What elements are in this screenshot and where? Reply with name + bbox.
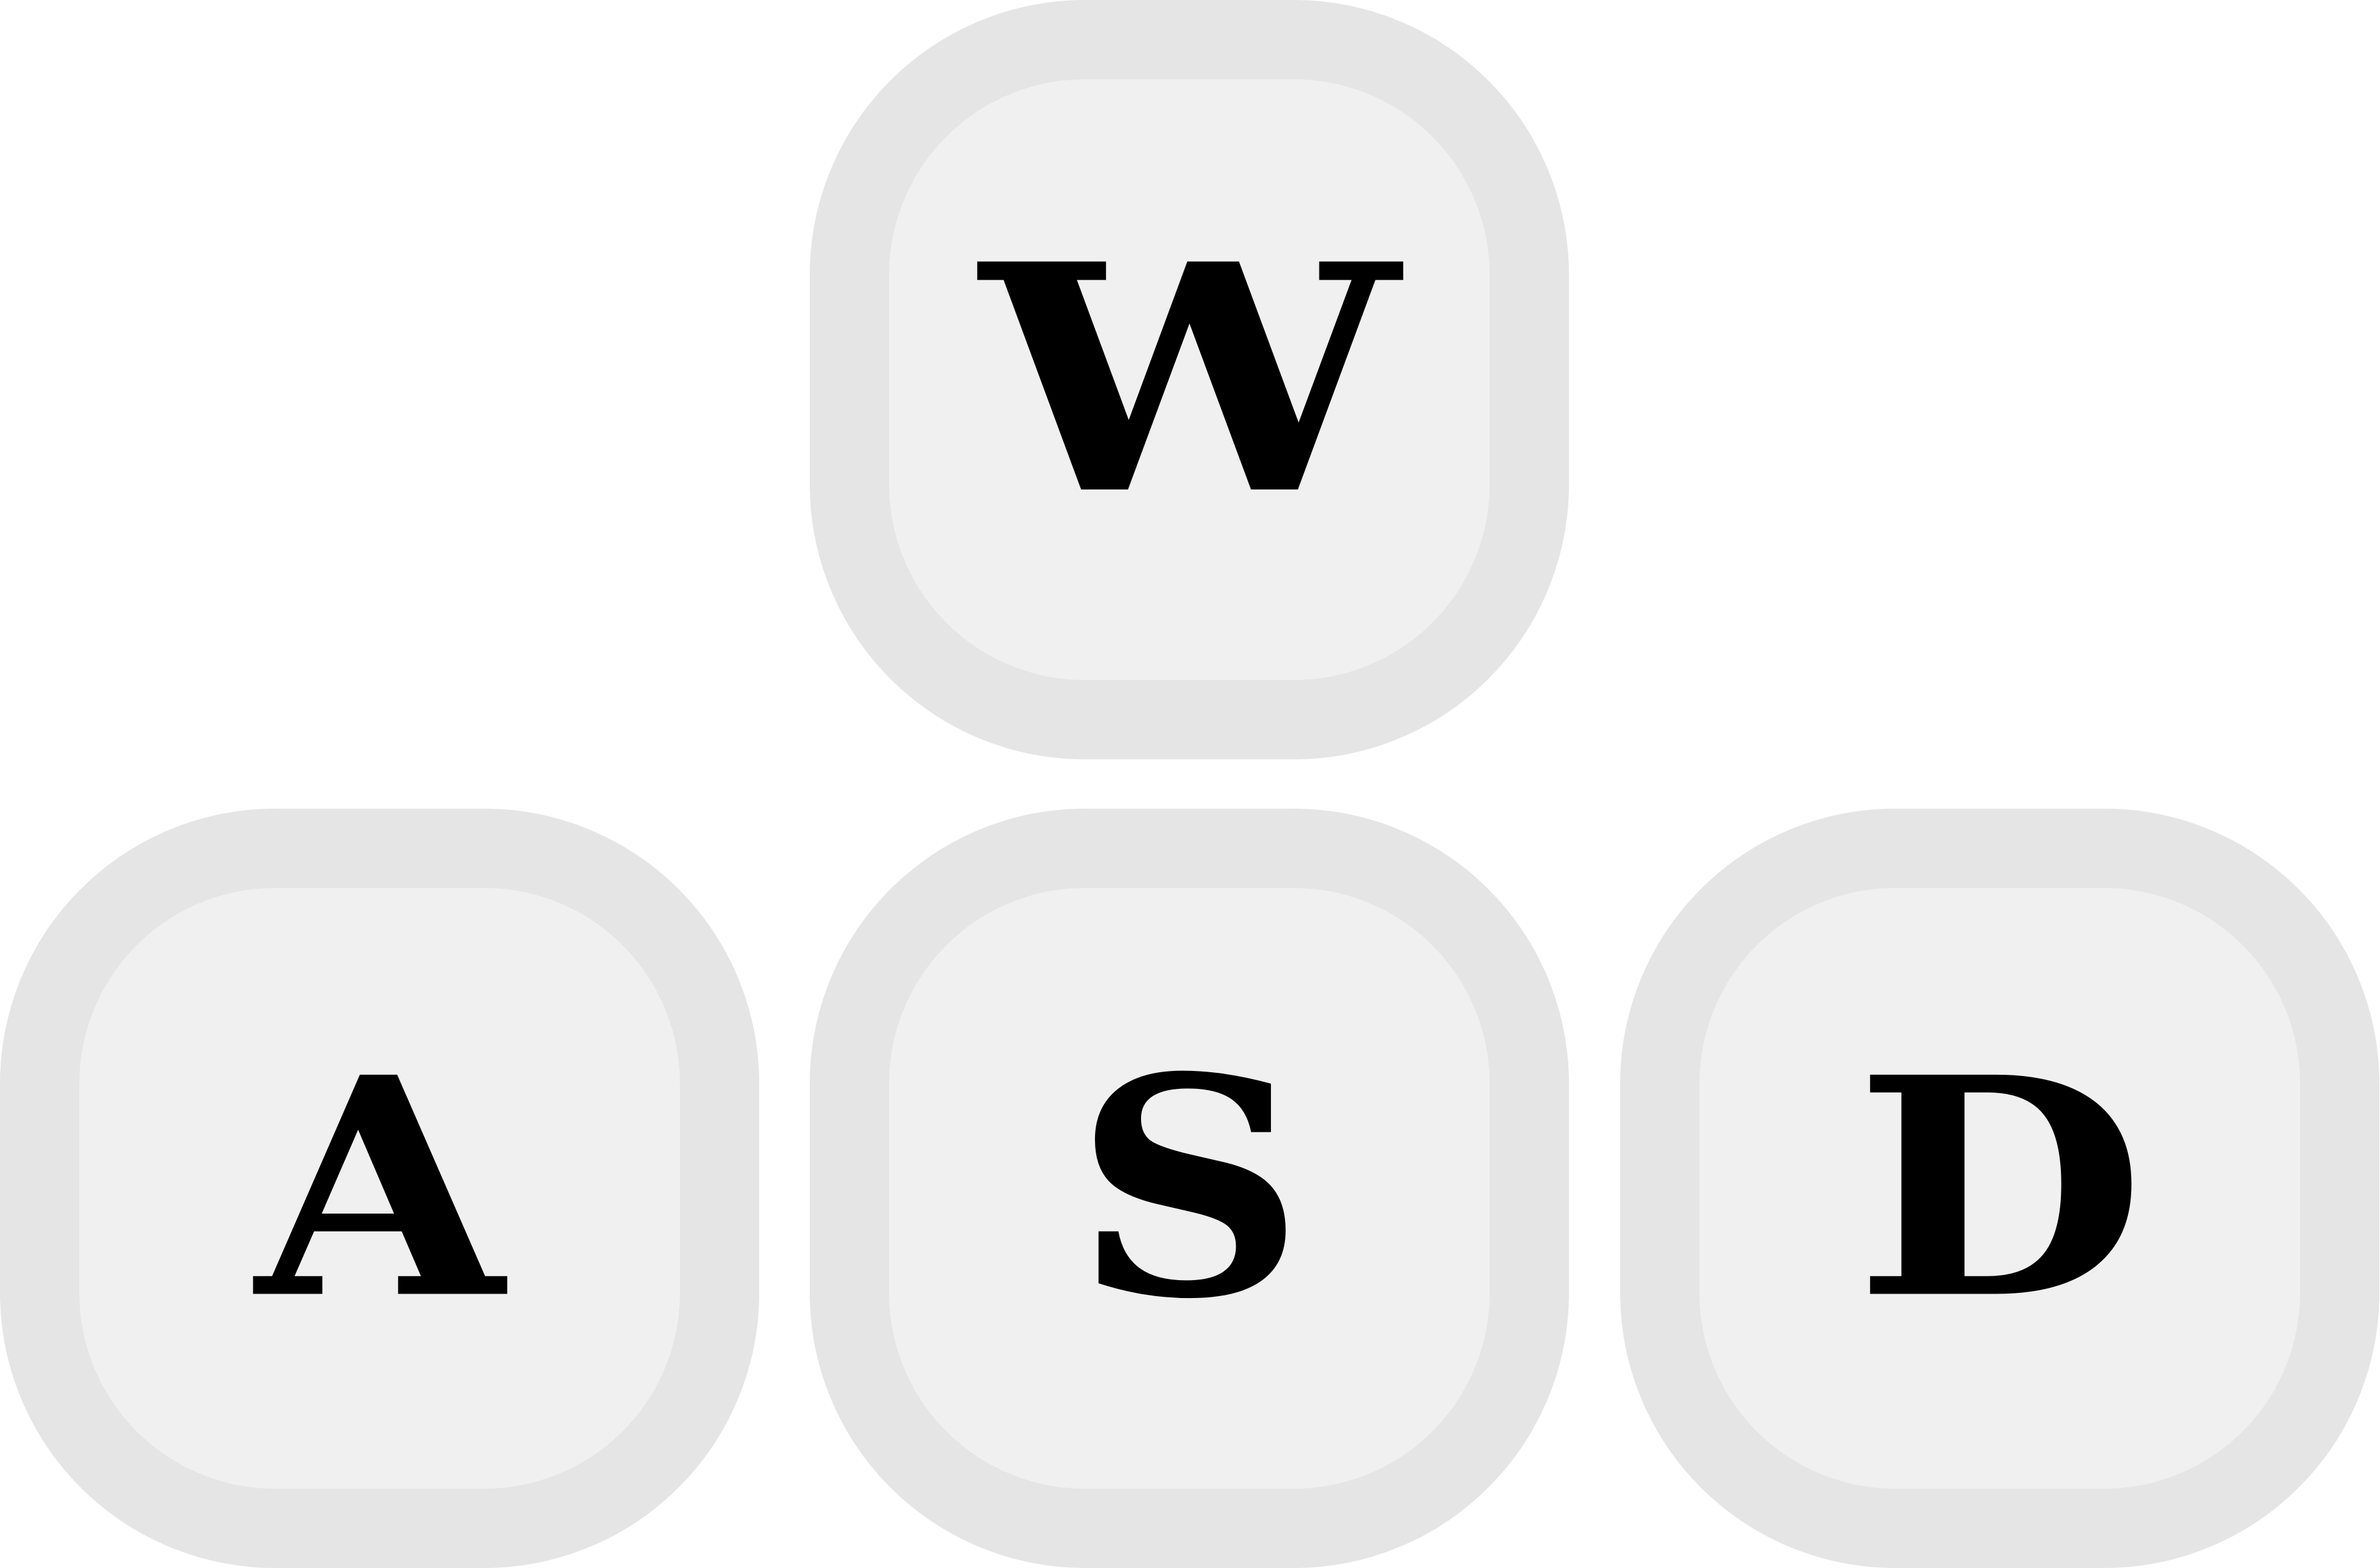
a-key: A bbox=[0, 809, 759, 1568]
d-key-label: D bbox=[1854, 1011, 2146, 1365]
s-key: S bbox=[810, 809, 1569, 1568]
wasd-keys: W A S D bbox=[0, 0, 2380, 1568]
d-key: D bbox=[1620, 809, 2379, 1568]
s-key-label: S bbox=[1073, 1011, 1305, 1365]
a-key-label: A bbox=[255, 1011, 504, 1365]
w-key: W bbox=[810, 0, 1569, 759]
w-key-label: W bbox=[980, 195, 1399, 564]
